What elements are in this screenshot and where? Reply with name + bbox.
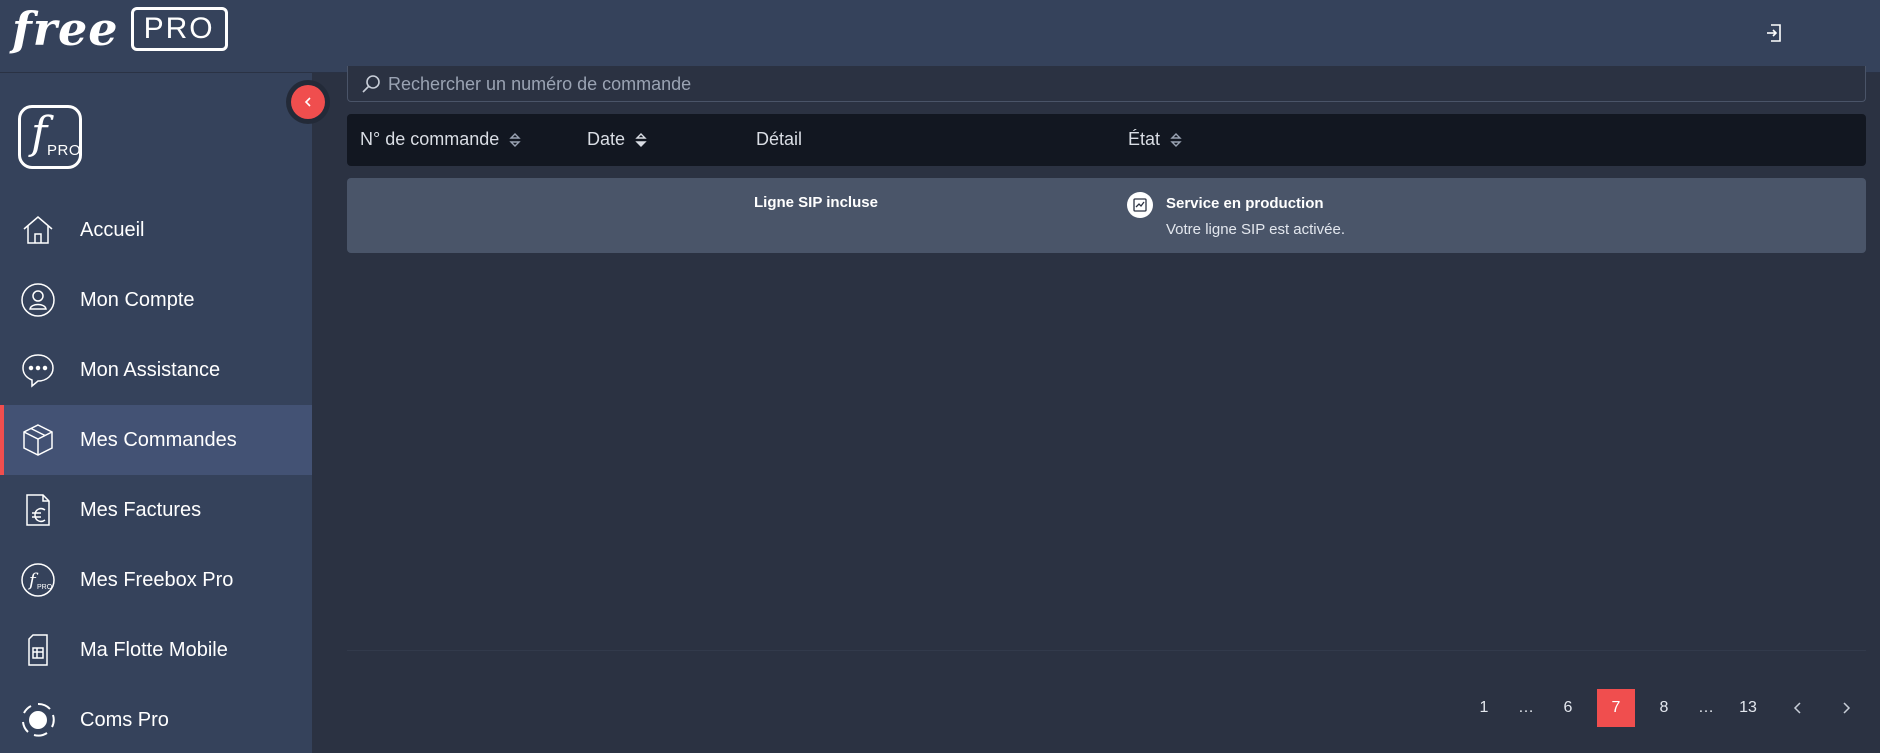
sort-icon: [509, 132, 521, 147]
brand-badge: PRO: [130, 7, 228, 51]
sidebar-item-mes-commandes[interactable]: Mes Commandes: [0, 405, 312, 475]
column-header-state[interactable]: État: [1128, 129, 1182, 150]
column-header-label: Date: [587, 129, 626, 149]
sidebar-item-label: Mon Compte: [80, 288, 195, 311]
chevron-right-icon: [1843, 702, 1851, 714]
document-status-icon: [1127, 192, 1153, 218]
freebox-pro-logo[interactable]: f PRO: [18, 105, 82, 169]
page-13[interactable]: 13: [1729, 689, 1767, 727]
logout-icon[interactable]: [1763, 22, 1785, 44]
page-1[interactable]: 1: [1465, 689, 1503, 727]
search-icon: [362, 75, 380, 93]
order-detail: Ligne SIP incluse: [754, 194, 878, 211]
sidebar-item-mes-freebox-pro[interactable]: f PRO Mes Freebox Pro: [0, 545, 312, 615]
top-bar: free PRO: [0, 0, 1880, 73]
sidebar-item-mon-compte[interactable]: Mon Compte: [0, 265, 312, 335]
sidebar-item-accueil[interactable]: Accueil: [0, 195, 312, 265]
sidebar-item-label: Coms Pro: [80, 708, 169, 731]
page-8[interactable]: 8: [1645, 689, 1683, 727]
order-search: [347, 66, 1866, 102]
column-header-label: Détail: [756, 129, 803, 149]
table-row[interactable]: Ligne SIP incluse Service en production …: [347, 178, 1866, 253]
column-header-date[interactable]: Date: [587, 129, 647, 150]
table-header: N° de commande Date Détail État: [347, 114, 1866, 166]
page-6[interactable]: 6: [1549, 689, 1587, 727]
logo-letter: f: [31, 108, 48, 159]
sidebar-item-coms-pro[interactable]: Coms Pro: [0, 685, 312, 753]
status-title: Service en production: [1166, 195, 1324, 212]
coms-pro-icon: [22, 702, 55, 737]
freebox-pro-icon: f PRO: [21, 563, 55, 597]
sidebar-item-label: Mes Commandes: [80, 428, 237, 451]
sidebar: f PRO Accueil Mon Compte Mon Assistance: [0, 73, 312, 753]
brand-name: free: [12, 2, 119, 56]
sidebar-item-label: Ma Flotte Mobile: [80, 638, 228, 661]
sidebar-collapse-button[interactable]: [286, 80, 330, 124]
sort-icon: [635, 132, 647, 147]
chat-bubble-icon: [22, 354, 54, 388]
svg-text:PRO: PRO: [37, 584, 53, 591]
column-header-order-number[interactable]: N° de commande: [360, 129, 521, 150]
sidebar-item-label: Mes Freebox Pro: [80, 568, 234, 591]
home-icon: [23, 216, 53, 244]
user-icon: [21, 283, 55, 317]
next-page-button[interactable]: [1827, 689, 1865, 727]
invoice-euro-icon: [26, 494, 50, 526]
sidebar-item-label: Accueil: [80, 218, 145, 241]
sidebar-item-mes-factures[interactable]: Mes Factures: [0, 475, 312, 545]
sidebar-item-ma-flotte-mobile[interactable]: Ma Flotte Mobile: [0, 615, 312, 685]
logo-sub: PRO: [47, 142, 82, 159]
sidebar-item-mon-assistance[interactable]: Mon Assistance: [0, 335, 312, 405]
status-description: Votre ligne SIP est activée.: [1166, 221, 1345, 238]
brand-logo[interactable]: free PRO: [12, 6, 228, 52]
column-header-detail: Détail: [756, 129, 802, 150]
sort-icon: [1170, 132, 1182, 147]
chevron-left-icon: [1793, 702, 1801, 714]
chevron-left-icon: [304, 97, 311, 107]
column-header-label: État: [1128, 129, 1161, 149]
page-7-current[interactable]: 7: [1597, 689, 1635, 727]
column-header-label: N° de commande: [360, 129, 500, 149]
sidebar-item-label: Mon Assistance: [80, 358, 221, 381]
previous-page-button[interactable]: [1779, 689, 1817, 727]
page-ellipsis: …: [1698, 699, 1714, 716]
page-ellipsis: …: [1518, 699, 1534, 716]
sidebar-item-label: Mes Factures: [80, 498, 202, 521]
package-icon: [23, 424, 53, 456]
sim-card-icon: [28, 634, 48, 666]
search-input[interactable]: [388, 70, 1848, 98]
content-divider: [347, 650, 1866, 651]
